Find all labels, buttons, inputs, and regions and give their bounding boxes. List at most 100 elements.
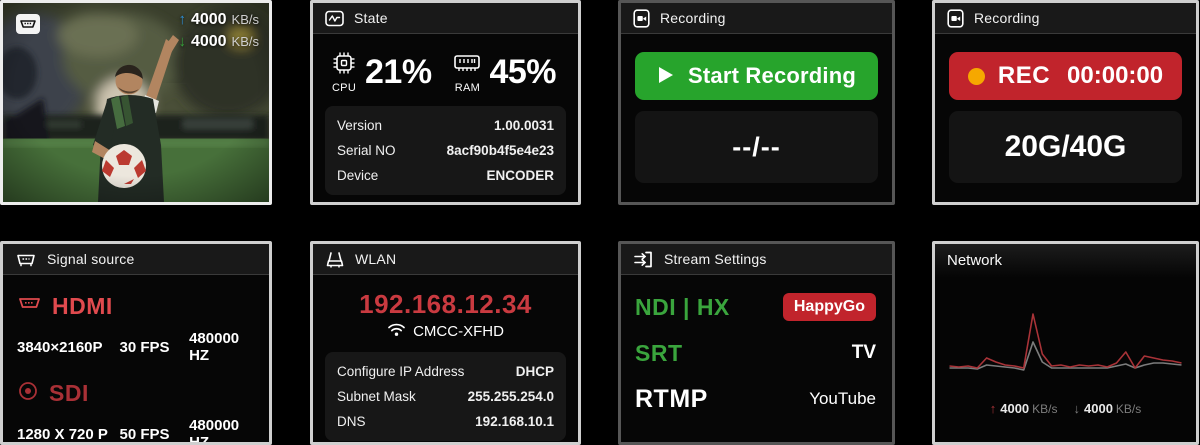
sdi-input-row[interactable]: SDI (17, 380, 257, 407)
srt-protocol-name: SRT (635, 339, 683, 366)
bnc-connector-icon (17, 380, 39, 407)
info-row-subnet: Subnet Mask 255.255.254.0 (337, 384, 554, 409)
legend-download: ↓ 4000 KB/s (1074, 401, 1142, 416)
info-label: Device (337, 168, 379, 183)
state-icon (325, 10, 344, 27)
throughput-line-chart (949, 313, 1182, 371)
router-icon (325, 250, 345, 269)
stream-settings-tile: Stream Settings NDI | HX HappyGo SRT TV … (618, 241, 895, 445)
start-recording-button[interactable]: Start Recording (635, 52, 878, 100)
signal-source-port-icon (15, 251, 37, 268)
info-value: 1.00.0031 (493, 118, 554, 133)
ram-label: RAM (454, 82, 481, 94)
video-preview-tile: ↑ 4000 KB/s ↓ 4000 KB/s (0, 0, 272, 205)
upload-rate: ↑ 4000 KB/s (178, 11, 259, 33)
hdmi-source-chip-icon (15, 13, 41, 40)
wlan-info-box: Configure IP Address DHCP Subnet Mask 25… (325, 352, 566, 441)
legend-upload: ↑ 4000 KB/s (990, 401, 1058, 416)
sdi-resolution: 1280 X 720 P (17, 425, 108, 443)
download-arrow-icon: ↓ (1073, 401, 1081, 416)
network-chart (935, 278, 1196, 387)
hdmi-fps: 30 FPS (119, 338, 170, 356)
info-value: ENCODER (486, 168, 554, 183)
info-value: 192.168.10.1 (475, 414, 554, 429)
wlan-ssid-row: CMCC-XFHD (325, 322, 566, 341)
download-value: 4000 (190, 33, 227, 50)
hdmi-input-row[interactable]: HDMI (17, 293, 257, 320)
ndi-target-badge[interactable]: HappyGo (782, 293, 876, 321)
download-value: 4000 (1084, 401, 1113, 416)
sdi-specs: 1280 X 720 P 50 FPS 480000 HZ (17, 417, 257, 445)
hdmi-resolution: 3840×2160P (17, 338, 103, 356)
state-header: State (313, 3, 578, 34)
recording-header: Recording (621, 3, 892, 34)
upload-unit: KB/s (1032, 402, 1058, 416)
info-label: DNS (337, 414, 366, 429)
recording-idle-tile: Recording Start Recording --/-- (618, 0, 895, 205)
network-tile: Network ↑ 4000 KB/s ↓ 4000 KB/s (932, 241, 1199, 445)
info-label: Subnet Mask (337, 389, 416, 404)
stream-settings-header: Stream Settings (621, 244, 892, 275)
recording-file-icon (633, 8, 650, 28)
info-label: Version (337, 118, 383, 133)
storage-display: --/-- (635, 111, 878, 183)
wlan-header: WLAN (313, 244, 578, 275)
cpu-stat: CPU 21% (331, 50, 432, 94)
wifi-icon (387, 322, 406, 341)
download-arrow-icon: ↓ (178, 33, 186, 50)
protocol-row-rtmp[interactable]: RTMP YouTube (633, 377, 880, 421)
stream-out-icon (633, 250, 654, 269)
recording-title: Recording (974, 10, 1040, 26)
rtmp-protocol-name: RTMP (635, 384, 708, 413)
recording-header: Recording (935, 3, 1196, 34)
download-unit: KB/s (1115, 402, 1142, 416)
recording-file-icon (947, 8, 964, 28)
rec-label: REC (997, 62, 1051, 89)
wlan-ssid: CMCC-XFHD (413, 323, 504, 340)
stream-settings-title: Stream Settings (664, 251, 767, 267)
download-unit: KB/s (231, 34, 259, 49)
signal-source-title: Signal source (47, 251, 135, 267)
rec-dot-icon (967, 67, 985, 85)
info-row-dns: DNS 192.168.10.1 (337, 409, 554, 434)
info-row-version: Version 1.00.0031 (337, 113, 554, 138)
recording-title: Recording (660, 10, 726, 26)
wlan-title: WLAN (355, 251, 397, 267)
download-rate: ↓ 4000 KB/s (178, 33, 259, 55)
storage-value: 20G/40G (1004, 130, 1127, 163)
info-row-serial: Serial NO 8acf90b4f5e4e23 (337, 138, 554, 163)
sdi-frequency: 480000 HZ (189, 417, 240, 445)
storage-value: --/-- (732, 131, 781, 162)
cpu-value: 21% (365, 52, 432, 91)
rtmp-target: YouTube (809, 389, 876, 408)
info-value: DHCP (515, 364, 554, 379)
ram-value: 45% (489, 52, 556, 91)
upload-arrow-icon: ↑ (989, 401, 997, 416)
start-recording-label: Start Recording (687, 63, 857, 88)
wlan-tile: WLAN 192.168.12.34 CMCC-XFHD Configure I… (310, 241, 581, 445)
hdmi-frequency: 480000 HZ (189, 330, 240, 364)
hdmi-specs: 3840×2160P 30 FPS 480000 HZ (17, 330, 257, 364)
sdi-name: SDI (49, 380, 89, 406)
recording-active-tile: Recording REC 00:00:00 20G/40G (932, 0, 1199, 205)
bitrate-overlay: ↑ 4000 KB/s ↓ 4000 KB/s (178, 11, 259, 55)
cpu-chip-icon (331, 50, 357, 81)
upload-value: 4000 (1000, 401, 1030, 416)
protocol-row-srt[interactable]: SRT TV (633, 331, 880, 375)
play-icon (657, 65, 675, 88)
sdi-fps: 50 FPS (119, 425, 170, 443)
hdmi-name: HDMI (52, 293, 113, 319)
info-value: 255.255.254.0 (467, 389, 554, 404)
network-legend: ↑ 4000 KB/s ↓ 4000 KB/s (935, 401, 1196, 416)
wlan-ip-address: 192.168.12.34 (359, 289, 532, 319)
stop-recording-button[interactable]: REC 00:00:00 (949, 52, 1182, 100)
rec-timer: 00:00:00 (1067, 62, 1164, 89)
ram-stat: RAM 45% (453, 50, 556, 94)
info-row-device: Device ENCODER (337, 163, 554, 188)
signal-source-tile: Signal source HDMI 3840×2160P 30 FPS 480… (0, 241, 272, 445)
srt-target: TV (851, 342, 876, 363)
ndi-protocol-name: NDI | HX (635, 293, 730, 320)
network-title: Network (935, 244, 1196, 278)
protocol-row-ndi[interactable]: NDI | HX HappyGo (633, 285, 880, 329)
upload-unit: KB/s (231, 12, 259, 27)
